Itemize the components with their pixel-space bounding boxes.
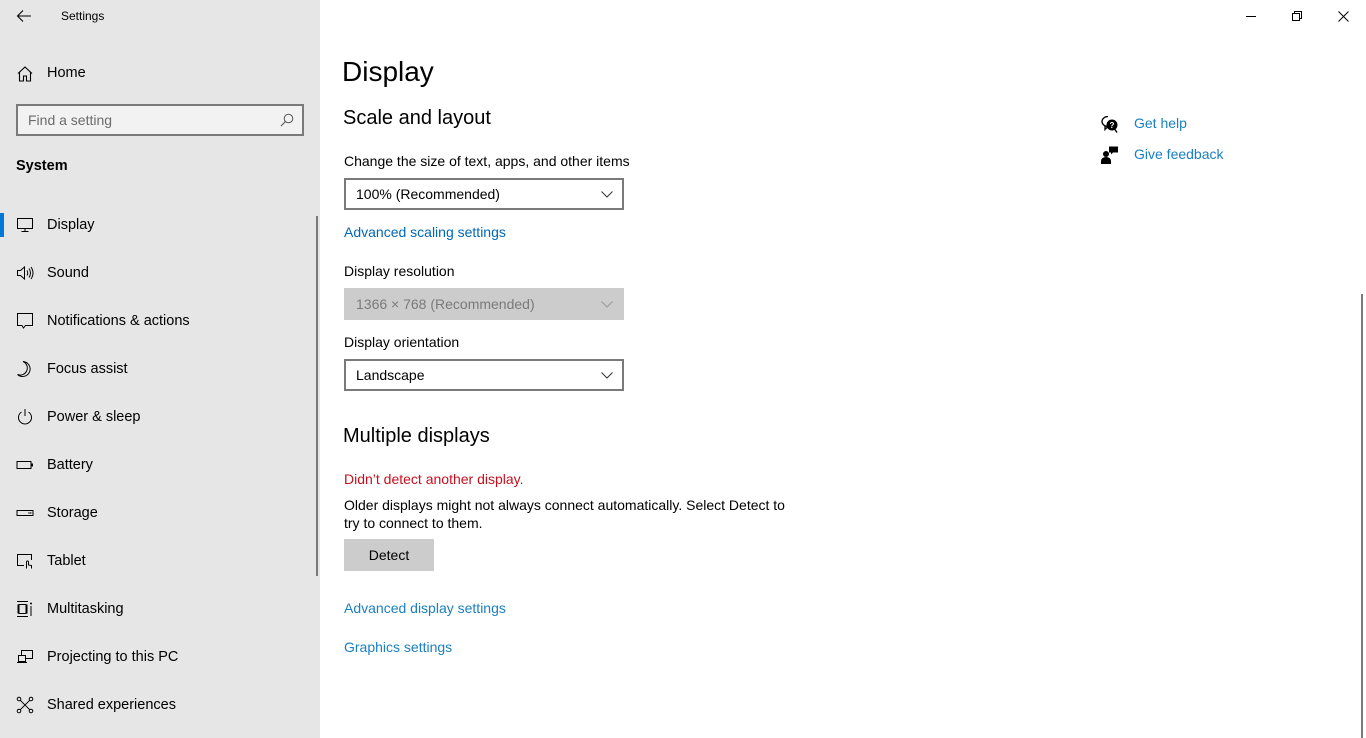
detect-description: Older displays might not always connect …	[344, 497, 785, 531]
close-button[interactable]	[1320, 0, 1366, 32]
restore-icon	[1292, 11, 1302, 21]
notification-icon	[17, 313, 33, 329]
error-message: Didn’t detect another display.	[344, 471, 524, 487]
sidebar-item-display[interactable]: Display	[0, 201, 310, 249]
storage-icon	[16, 510, 34, 516]
speaker-icon	[17, 265, 34, 281]
get-help-link[interactable]: ? Get help	[1100, 112, 1300, 143]
minimize-icon	[1246, 16, 1256, 17]
sidebar-item-shared-experiences[interactable]: Shared experiences	[0, 681, 310, 729]
detect-button[interactable]: Detect	[344, 539, 434, 571]
selected-indicator	[0, 213, 4, 237]
sidebar-item-label: Shared experiences	[47, 697, 176, 713]
orientation-label: Display orientation	[344, 334, 460, 350]
restore-button[interactable]	[1274, 0, 1320, 32]
advanced-display-settings-link[interactable]: Advanced display settings	[344, 600, 506, 616]
chevron-down-icon	[601, 191, 613, 198]
arrow-left-icon	[16, 10, 31, 22]
home-nav-item[interactable]: Home	[0, 56, 310, 90]
sidebar-nav: Display Sound Notifications & actions Fo…	[0, 201, 310, 729]
sidebar-item-label: Multitasking	[47, 601, 124, 617]
sidebar: Settings Home System Display Sound Notif…	[0, 0, 320, 738]
chevron-down-icon	[601, 372, 613, 379]
sidebar-item-label: Power & sleep	[47, 409, 141, 425]
sidebar-item-storage[interactable]: Storage	[0, 489, 310, 537]
resolution-dropdown-value: 1366 × 768 (Recommended)	[356, 296, 535, 312]
sidebar-item-label: Projecting to this PC	[47, 649, 179, 665]
resolution-dropdown[interactable]: 1366 × 768 (Recommended)	[344, 288, 624, 320]
sidebar-item-multitasking[interactable]: Multitasking	[0, 585, 310, 633]
sidebar-item-battery[interactable]: Battery	[0, 441, 310, 489]
size-label: Change the size of text, apps, and other…	[344, 153, 630, 169]
back-button[interactable]	[10, 3, 38, 29]
give-feedback-icon	[1101, 146, 1118, 164]
sidebar-item-sound[interactable]: Sound	[0, 249, 310, 297]
sidebar-item-label: Storage	[47, 505, 98, 521]
sidebar-item-label: Focus assist	[47, 361, 128, 377]
title-bar: Settings	[0, 0, 320, 32]
chevron-down-icon	[601, 301, 613, 308]
moon-icon	[17, 361, 31, 377]
sidebar-scrollbar[interactable]	[316, 216, 318, 576]
battery-icon	[16, 461, 33, 469]
orientation-dropdown-value: Landscape	[356, 367, 425, 383]
page-title: Display	[342, 56, 434, 87]
search-input[interactable]	[18, 112, 268, 128]
sidebar-item-label: Display	[47, 217, 95, 233]
projecting-icon	[17, 650, 33, 663]
sidebar-item-label: Sound	[47, 265, 89, 281]
resolution-label: Display resolution	[344, 263, 455, 279]
scale-dropdown-value: 100% (Recommended)	[356, 186, 500, 202]
home-label: Home	[47, 65, 86, 81]
main-content: Display Scale and layout Change the size…	[320, 0, 1366, 738]
window-controls	[1228, 0, 1366, 32]
minimize-button[interactable]	[1228, 0, 1274, 32]
sidebar-item-focus-assist[interactable]: Focus assist	[0, 345, 310, 393]
help-links: ? Get help Give feedback	[1100, 112, 1300, 174]
sidebar-item-power-sleep[interactable]: Power & sleep	[0, 393, 310, 441]
search-icon[interactable]	[280, 113, 294, 127]
advanced-scaling-link[interactable]: Advanced scaling settings	[344, 224, 506, 240]
section-heading-multiple-displays: Multiple displays	[343, 425, 490, 447]
main-scrollbar[interactable]	[1361, 294, 1363, 738]
scale-dropdown[interactable]: 100% (Recommended)	[344, 178, 624, 210]
shared-icon	[16, 696, 34, 714]
section-heading-scale-layout: Scale and layout	[343, 107, 491, 129]
orientation-dropdown[interactable]: Landscape	[344, 359, 624, 391]
home-icon	[17, 66, 33, 82]
give-feedback-label: Give feedback	[1134, 146, 1224, 162]
get-help-label: Get help	[1134, 115, 1187, 131]
search-box[interactable]	[16, 104, 304, 136]
monitor-icon	[17, 218, 33, 232]
sidebar-item-notifications[interactable]: Notifications & actions	[0, 297, 310, 345]
section-label-system: System	[16, 158, 68, 174]
tablet-icon	[17, 554, 32, 569]
multitasking-icon	[17, 601, 32, 617]
sidebar-item-label: Tablet	[47, 553, 86, 569]
sidebar-item-projecting[interactable]: Projecting to this PC	[0, 633, 310, 681]
get-help-icon: ?	[1101, 115, 1118, 133]
app-title: Settings	[61, 9, 105, 23]
power-icon	[18, 409, 32, 425]
sidebar-item-tablet[interactable]: Tablet	[0, 537, 310, 585]
sidebar-item-label: Battery	[47, 457, 93, 473]
sidebar-item-label: Notifications & actions	[47, 313, 190, 329]
give-feedback-link[interactable]: Give feedback	[1100, 143, 1300, 174]
close-icon	[1337, 10, 1349, 22]
graphics-settings-link[interactable]: Graphics settings	[344, 639, 452, 655]
svg-text:?: ?	[1110, 121, 1115, 130]
